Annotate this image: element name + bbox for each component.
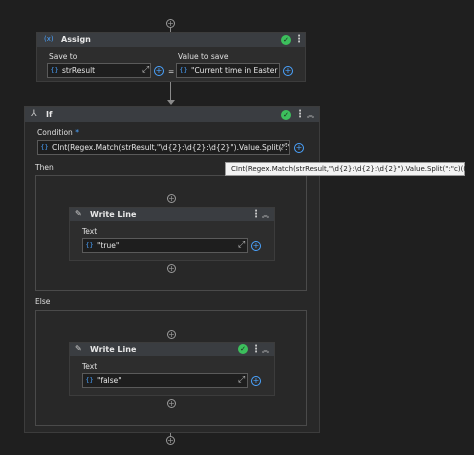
- add-activity-button[interactable]: +: [167, 399, 176, 408]
- plus-menu-button[interactable]: +: [283, 66, 293, 76]
- write-line-title: Write Line: [90, 210, 137, 219]
- assign-title-bar: (x) Assign ✓ ⋮: [37, 33, 305, 47]
- connector-line: [170, 82, 171, 102]
- else-label: Else: [35, 297, 51, 306]
- collapse-icon[interactable]: ︽: [262, 210, 269, 220]
- more-options-icon[interactable]: ⋮: [251, 345, 261, 355]
- condition-field[interactable]: {} CInt(Regex.Match(strResult,"\d{2}:\d{…: [37, 140, 290, 155]
- value-label: Value to save: [178, 52, 229, 61]
- text-field[interactable]: {} "false": [82, 373, 248, 388]
- assign-title: Assign: [61, 35, 91, 44]
- condition-label-text: Condition: [37, 128, 73, 137]
- valid-check-icon: ✓: [281, 35, 291, 45]
- write-line-title-bar: ✎ Write Line ⋮ ︽: [70, 208, 274, 221]
- condition-tooltip: CInt(Regex.Match(strResult,"\d{2}:\d{2}:…: [225, 162, 474, 176]
- expand-editor-icon[interactable]: ⤢: [280, 142, 287, 152]
- assign-activity[interactable]: (x) Assign ✓ ⋮ Save to {} strResult ⤢ + …: [36, 32, 306, 82]
- expand-editor-icon[interactable]: ⤢: [238, 240, 245, 250]
- text-label: Text: [82, 362, 98, 371]
- branch-icon: ⅄: [31, 109, 37, 119]
- text-field[interactable]: {} "true": [82, 238, 248, 253]
- pencil-icon: ✎: [75, 344, 82, 353]
- pencil-icon: ✎: [75, 209, 82, 218]
- valid-check-icon: ✓: [281, 110, 291, 120]
- text-value: "true": [97, 241, 120, 250]
- expression-icon: {}: [85, 241, 94, 249]
- collapse-icon[interactable]: ︽: [307, 110, 314, 120]
- save-to-value: strResult: [62, 66, 96, 75]
- expand-editor-icon[interactable]: ⤢: [142, 65, 149, 75]
- expression-icon: {}: [179, 66, 188, 74]
- plus-menu-button[interactable]: +: [294, 143, 304, 153]
- expression-icon: {}: [40, 143, 49, 151]
- if-title-bar: ⅄ If ✓ ⋮ ︽: [25, 107, 319, 122]
- add-activity-button-bottom[interactable]: +: [166, 436, 175, 445]
- text-label: Text: [82, 227, 98, 236]
- plus-menu-button[interactable]: +: [251, 241, 261, 251]
- expression-icon: {}: [85, 376, 94, 384]
- else-section: + ✎ Write Line ✓ ⋮ ︽ Text {} "false" ⤢ +…: [35, 310, 307, 426]
- value-field[interactable]: {} "Current time in Easter: [176, 63, 280, 78]
- add-activity-button[interactable]: +: [167, 194, 176, 203]
- if-title: If: [46, 110, 53, 119]
- write-line-title: Write Line: [90, 345, 137, 354]
- more-options-icon[interactable]: ⋮: [251, 210, 261, 220]
- more-options-icon[interactable]: ⋮: [295, 110, 305, 120]
- collapse-icon[interactable]: ︽: [262, 345, 269, 355]
- add-activity-button-top[interactable]: +: [166, 19, 175, 28]
- add-activity-button[interactable]: +: [167, 264, 176, 273]
- required-mark: *: [75, 128, 79, 137]
- write-line-title-bar: ✎ Write Line ✓ ⋮ ︽: [70, 343, 274, 356]
- save-to-label: Save to: [49, 52, 78, 61]
- value-text: "Current time in Easter: [191, 66, 278, 75]
- condition-value: CInt(Regex.Match(strResult,"\d{2}:\d{2}:…: [52, 143, 290, 152]
- condition-label: Condition *: [37, 128, 79, 137]
- add-activity-button[interactable]: +: [167, 330, 176, 339]
- assign-variable-icon: (x): [44, 35, 54, 43]
- text-value: "false": [97, 376, 122, 385]
- save-to-field[interactable]: {} strResult: [47, 63, 151, 78]
- expression-icon: {}: [50, 66, 59, 74]
- plus-menu-button[interactable]: +: [251, 376, 261, 386]
- write-line-activity-then[interactable]: ✎ Write Line ⋮ ︽ Text {} "true" ⤢ +: [69, 207, 275, 261]
- then-label: Then: [35, 163, 54, 172]
- connector-arrow: [167, 100, 175, 105]
- more-options-icon[interactable]: ⋮: [294, 35, 304, 45]
- if-activity[interactable]: ⅄ If ✓ ⋮ ︽ Condition * {} CInt(Regex.Mat…: [24, 106, 320, 433]
- write-line-activity-else[interactable]: ✎ Write Line ✓ ⋮ ︽ Text {} "false" ⤢ +: [69, 342, 275, 396]
- equals-sign: =: [168, 67, 175, 76]
- plus-menu-button[interactable]: +: [154, 66, 164, 76]
- expand-editor-icon[interactable]: ⤢: [238, 375, 245, 385]
- valid-check-icon: ✓: [238, 344, 248, 354]
- then-section: + ✎ Write Line ⋮ ︽ Text {} "true" ⤢ + +: [35, 175, 307, 291]
